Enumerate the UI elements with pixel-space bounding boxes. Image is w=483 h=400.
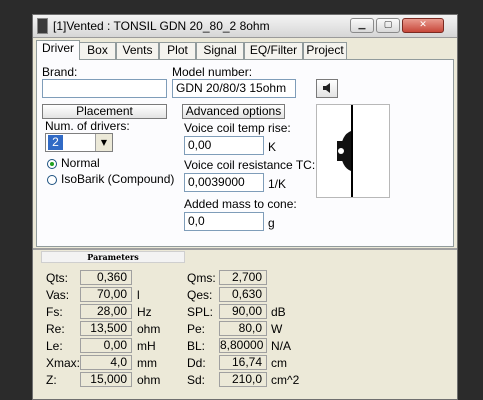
speaker-icon — [323, 83, 330, 93]
param-unit: mm — [137, 356, 157, 370]
param-value[interactable]: 80,0 — [219, 321, 267, 336]
radio-normal-label: Normal — [61, 156, 100, 170]
minimize-button[interactable]: ▁ — [350, 18, 374, 33]
tab-box[interactable]: Box — [79, 42, 116, 59]
param-label: SPL: — [187, 305, 214, 319]
tab-driver[interactable]: Driver — [36, 40, 80, 60]
param-label: Fs: — [46, 305, 63, 319]
tab-signal[interactable]: Signal — [196, 42, 244, 59]
model-field[interactable]: GDN 20/80/3 15ohm — [172, 79, 296, 98]
param-label: Pe: — [187, 322, 206, 336]
driver-cross-section-icon — [337, 105, 353, 197]
param-unit: mH — [137, 339, 156, 353]
param-unit: N/A — [271, 339, 292, 353]
tab-vents[interactable]: Vents — [116, 42, 159, 59]
placement-button[interactable]: Placement — [42, 104, 167, 119]
param-value[interactable]: 4,0 — [80, 355, 132, 370]
driver-panel: Brand: Model number: GDN 20/80/3 15ohm P… — [36, 59, 454, 247]
vc-res-label: Voice coil resistance TC: — [184, 158, 316, 172]
param-value[interactable]: 13,500 — [80, 321, 132, 336]
tab-eq-filter[interactable]: EQ/Filter — [244, 42, 303, 59]
radio-isobarik[interactable] — [47, 175, 57, 185]
param-label: Qms: — [187, 271, 216, 285]
num-drivers-value: 2 — [48, 135, 63, 150]
param-label: Le: — [46, 339, 63, 353]
added-mass-field[interactable]: 0,0 — [184, 212, 264, 231]
param-value[interactable]: 0,360 — [80, 270, 132, 285]
added-mass-unit: g — [268, 216, 275, 230]
vc-res-unit: 1/K — [268, 177, 287, 191]
param-unit: l — [137, 288, 140, 302]
param-label: Vas: — [46, 288, 70, 302]
param-label: Qts: — [46, 271, 69, 285]
param-value[interactable]: 90,00 — [219, 304, 267, 319]
close-button[interactable]: ✕ — [402, 18, 444, 33]
speaker-select-button[interactable] — [316, 79, 338, 98]
param-unit: W — [271, 322, 283, 336]
parameters-header: Parameters — [41, 251, 185, 263]
maximize-button[interactable]: ▢ — [376, 18, 400, 33]
radio-isobarik-label: IsoBarik (Compound) — [61, 172, 175, 186]
brand-label: Brand: — [42, 65, 78, 79]
vc-temp-label: Voice coil temp rise: — [184, 121, 291, 135]
param-label: Qes: — [187, 288, 213, 302]
param-unit: cm — [271, 356, 287, 370]
driver-window: [1]Vented : TONSIL GDN 20_80_2 8ohm ▁ ▢ … — [32, 14, 458, 400]
brand-field[interactable] — [42, 79, 167, 98]
title-bar[interactable]: [1]Vented : TONSIL GDN 20_80_2 8ohm ▁ ▢ … — [33, 15, 457, 38]
window-title: [1]Vented : TONSIL GDN 20_80_2 8ohm — [53, 19, 270, 33]
tab-plot[interactable]: Plot — [159, 42, 196, 59]
param-unit: Hz — [137, 305, 152, 319]
param-value[interactable]: 8,80000 — [219, 338, 267, 353]
param-label: Sd: — [187, 373, 206, 387]
param-label: Dd: — [187, 356, 206, 370]
param-label: Z: — [46, 373, 57, 387]
app-icon[interactable] — [37, 18, 48, 34]
radio-normal[interactable] — [47, 159, 57, 169]
param-value[interactable]: 0,630 — [219, 287, 267, 302]
vc-res-field[interactable]: 0,0039000 — [184, 173, 264, 192]
param-value[interactable]: 15,000 — [80, 372, 132, 387]
param-value[interactable]: 210,0 — [219, 372, 267, 387]
param-label: Xmax: — [46, 356, 81, 370]
param-unit: ohm — [137, 322, 161, 336]
param-value[interactable]: 16,74 — [219, 355, 267, 370]
param-value[interactable]: 28,00 — [80, 304, 132, 319]
added-mass-label: Added mass to cone: — [184, 197, 297, 211]
param-unit: ohm — [137, 373, 161, 387]
num-drivers-label: Num. of drivers: — [45, 119, 130, 133]
tab-project[interactable]: Project — [303, 42, 347, 59]
param-value[interactable]: 70,00 — [80, 287, 132, 302]
param-unit: cm^2 — [271, 373, 300, 387]
advanced-options-button[interactable]: Advanced options — [182, 104, 285, 119]
model-label: Model number: — [172, 65, 253, 79]
param-value[interactable]: 0,00 — [80, 338, 132, 353]
param-unit: dB — [271, 305, 286, 319]
vc-temp-field[interactable]: 0,00 — [184, 136, 264, 155]
chevron-down-icon[interactable]: ▼ — [95, 134, 112, 151]
section-divider — [33, 248, 457, 250]
num-drivers-select[interactable]: 2 ▼ — [45, 133, 113, 152]
param-label: BL: — [187, 339, 206, 353]
vc-temp-unit: K — [268, 140, 277, 154]
param-label: Re: — [46, 322, 65, 336]
driver-diagram — [316, 104, 390, 198]
param-value[interactable]: 2,700 — [219, 270, 267, 285]
